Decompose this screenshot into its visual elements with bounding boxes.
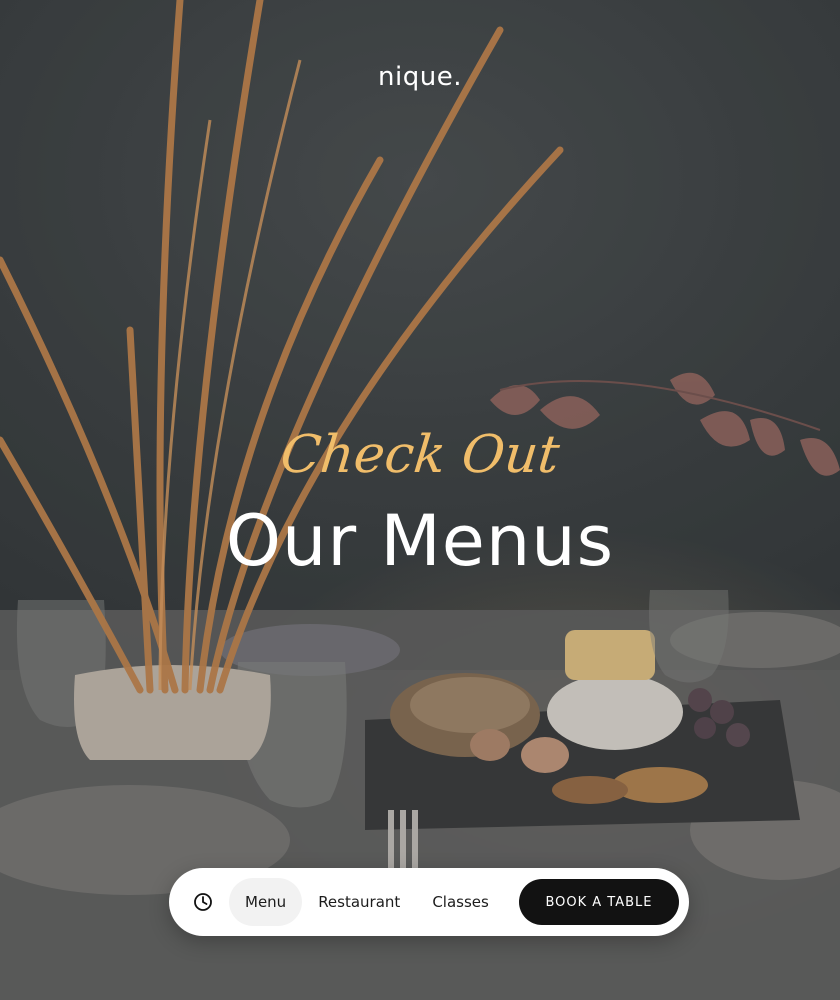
nav-item-menu[interactable]: Menu [229, 878, 303, 926]
bottom-nav-bar: Menu Restaurant Classes BOOK A TABLE [169, 868, 689, 936]
nav-item-classes[interactable]: Classes [416, 878, 505, 926]
clock-icon-glyph [194, 893, 212, 911]
clock-icon[interactable] [183, 882, 223, 922]
hero-kicker: Check Out [277, 425, 563, 485]
nav-item-restaurant[interactable]: Restaurant [302, 878, 416, 926]
book-a-table-button[interactable]: BOOK A TABLE [519, 879, 679, 925]
page-title: Our Menus [225, 500, 615, 582]
brand-logo[interactable]: nique. [0, 62, 840, 92]
hero-section: nique. Check Out Our Menus Menu Restaura… [0, 0, 840, 1000]
